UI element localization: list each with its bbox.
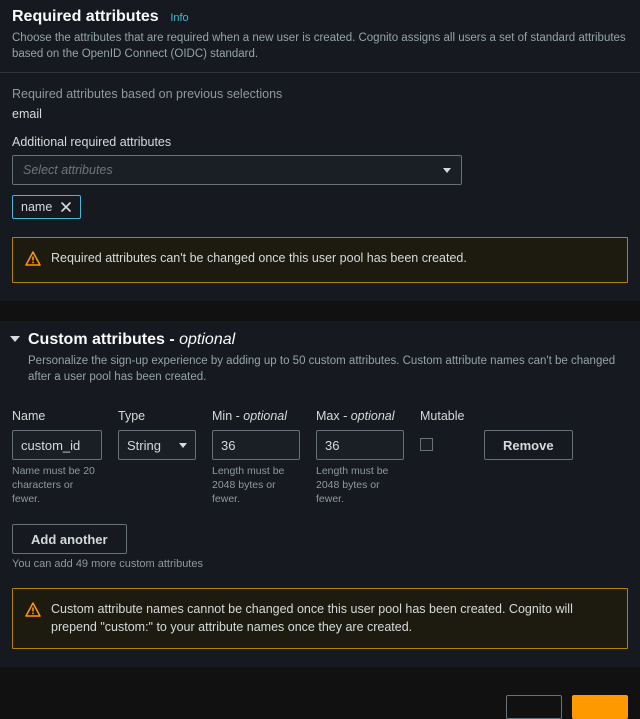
max-column-label: Max - optional	[316, 409, 404, 423]
attribute-token-name: name	[12, 195, 81, 219]
custom-description: Personalize the sign-up experience by ad…	[28, 353, 618, 385]
name-column-label: Name	[12, 409, 102, 423]
custom-warning-alert: Custom attribute names cannot be changed…	[12, 588, 628, 649]
min-hint: Length must be 2048 bytes or fewer.	[212, 465, 300, 506]
name-input[interactable]	[12, 430, 102, 460]
previous-selections-label: Required attributes based on previous se…	[12, 87, 628, 101]
token-label: name	[21, 200, 52, 214]
required-warning-alert: Required attributes can't be changed onc…	[12, 237, 628, 283]
min-column-label: Min - optional	[212, 409, 300, 423]
type-select[interactable]: String	[118, 430, 196, 460]
chevron-down-icon[interactable]	[10, 336, 20, 342]
warning-icon	[25, 602, 41, 621]
attributes-select[interactable]: Select attributes	[12, 155, 462, 185]
required-attributes-panel: Required attributes Info Choose the attr…	[0, 0, 640, 301]
remove-button[interactable]: Remove	[484, 430, 573, 460]
type-column-label: Type	[118, 409, 196, 423]
close-icon[interactable]	[60, 201, 72, 213]
previous-selections-value: email	[12, 107, 628, 121]
max-hint: Length must be 2048 bytes or fewer.	[316, 465, 404, 506]
panel-body: Required attributes based on previous se…	[0, 73, 640, 301]
add-hint: You can add 49 more custom attributes	[12, 558, 628, 570]
add-another-button[interactable]: Add another	[12, 524, 127, 554]
custom-title: Custom attributes - optional	[28, 331, 618, 349]
warning-icon	[25, 251, 41, 270]
max-input[interactable]	[316, 430, 404, 460]
warning-text: Required attributes can't be changed onc…	[51, 250, 467, 268]
custom-attribute-row: Name Name must be 20 characters or fewer…	[12, 409, 628, 506]
chevron-down-icon	[443, 168, 451, 173]
warning-text: Custom attribute names cannot be changed…	[51, 601, 615, 636]
min-input[interactable]	[212, 430, 300, 460]
panel-description: Choose the attributes that are required …	[12, 30, 628, 62]
mutable-column-label: Mutable	[420, 409, 468, 423]
mutable-checkbox[interactable]	[420, 438, 433, 451]
panel-title: Required attributes	[12, 8, 159, 26]
custom-body: Name Name must be 20 characters or fewer…	[0, 395, 640, 667]
footer-primary-button[interactable]	[572, 695, 628, 719]
chevron-down-icon	[179, 443, 187, 448]
select-placeholder: Select attributes	[23, 163, 113, 177]
footer-bar	[0, 687, 640, 719]
expand-header: Custom attributes - optional Personalize…	[0, 321, 640, 395]
footer-secondary-button[interactable]	[506, 695, 562, 719]
name-hint: Name must be 20 characters or fewer.	[12, 465, 102, 506]
additional-attributes-label: Additional required attributes	[12, 135, 628, 149]
panel-header: Required attributes Info Choose the attr…	[0, 0, 640, 73]
info-link[interactable]: Info	[170, 12, 188, 24]
custom-attributes-panel: Custom attributes - optional Personalize…	[0, 321, 640, 667]
